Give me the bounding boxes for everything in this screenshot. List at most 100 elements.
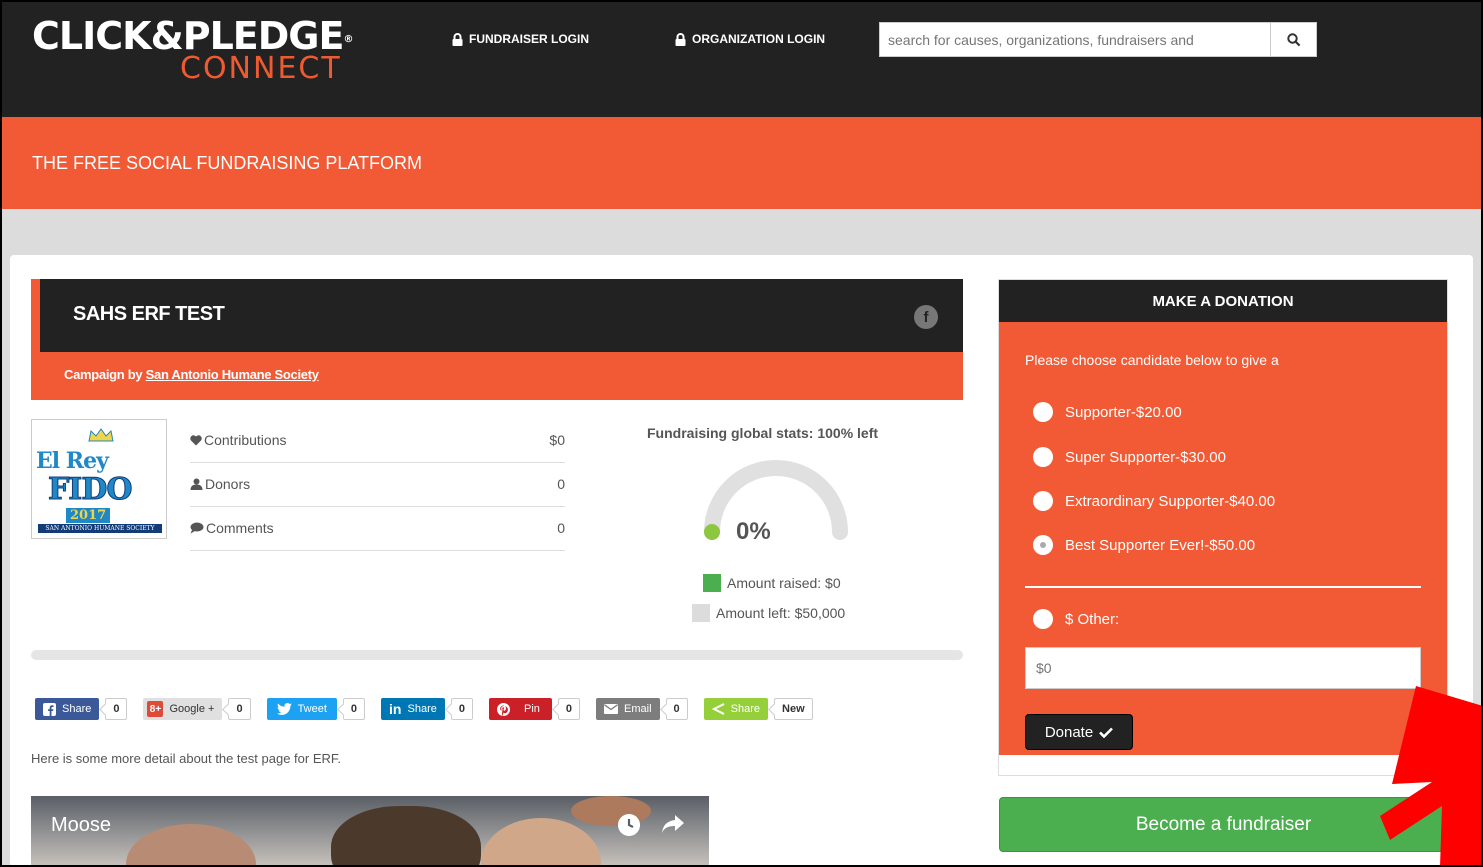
- stat-label: Donors: [205, 476, 251, 492]
- video-thumbnail-person: [481, 818, 601, 867]
- legend-amount-left: Amount left: $50,000: [692, 604, 845, 622]
- stat-value: $0: [549, 432, 565, 448]
- stat-comments: Comments 0: [190, 507, 565, 551]
- share-count: 0: [105, 698, 128, 720]
- divider: [1025, 586, 1421, 588]
- radio-button[interactable]: [1033, 491, 1053, 511]
- video-player[interactable]: Moose: [31, 796, 709, 867]
- legend-amount-raised: Amount raised: $0: [703, 574, 841, 592]
- share-label: Email: [624, 703, 652, 715]
- logo-line-4: SAN ANTONIO HUMANE SOCIETY: [38, 524, 162, 533]
- top-header: CLICK&PLEDGE® CONNECT FUNDRAISER LOGIN O…: [0, 0, 1483, 117]
- fundraiser-login-label: FUNDRAISER LOGIN: [469, 32, 589, 46]
- share-count: 0: [228, 698, 251, 720]
- search-box: [879, 22, 1317, 57]
- share-count: 0: [557, 698, 581, 720]
- donation-option-supporter[interactable]: Supporter-$20.00: [1033, 402, 1182, 422]
- comment-icon: [190, 522, 204, 534]
- facebook-icon[interactable]: f: [914, 305, 938, 329]
- google-plus-share-button[interactable]: 8+ Google +: [143, 698, 223, 720]
- donate-label: Donate: [1044, 723, 1094, 741]
- crown-icon: [88, 428, 114, 442]
- tagline-text: THE FREE SOCIAL FUNDRAISING PLATFORM: [32, 153, 423, 173]
- search-input[interactable]: [880, 23, 1270, 56]
- share-arrow-icon[interactable]: [661, 814, 685, 834]
- checkmark-icon: [1099, 727, 1114, 738]
- option-label: Supporter-$20.00: [1065, 403, 1182, 421]
- campaign-header: SAHS ERF TEST f: [31, 279, 963, 352]
- stat-value: 0: [557, 520, 565, 536]
- donation-option-best-supporter[interactable]: Best Supporter Ever!-$50.00: [1033, 535, 1255, 555]
- fundraising-gauge: [704, 460, 848, 540]
- share-label: Share: [407, 703, 437, 715]
- lock-icon: [675, 32, 686, 46]
- amount-raised-text: Amount raised: $0: [727, 575, 841, 591]
- stat-contributions: Contributions $0: [190, 419, 565, 463]
- logo-line-3: 2017: [66, 508, 111, 523]
- email-icon: [604, 704, 619, 714]
- logo-subtext: CONNECT: [180, 51, 342, 86]
- legend-swatch-left: [692, 604, 710, 622]
- amount-left-text: Amount left: $50,000: [716, 605, 846, 621]
- organization-logo: El Rey FIDO 2017 SAN ANTONIO HUMANE SOCI…: [31, 419, 167, 539]
- share-count: 0: [665, 698, 688, 720]
- annotation-arrow: [1380, 686, 1483, 867]
- campaign-detail: Here is some more detail about the test …: [31, 751, 341, 766]
- logo-line-2: FIDO: [47, 472, 132, 508]
- gauge-track: [704, 460, 848, 540]
- donation-intro: Please choose candidate below to give a: [1025, 352, 1279, 368]
- donation-option-extraordinary-supporter[interactable]: Extraordinary Supporter-$40.00: [1033, 491, 1275, 511]
- donation-option-other[interactable]: $ Other:: [1033, 609, 1119, 629]
- organization-link[interactable]: San Antonio Humane Society: [146, 367, 319, 382]
- facebook-share-button[interactable]: Share: [35, 698, 100, 720]
- lock-icon: [452, 32, 463, 46]
- spacer-bar: [0, 209, 1483, 255]
- generic-share-button[interactable]: Share: [703, 698, 769, 720]
- share-count: 0: [342, 698, 366, 720]
- legend-swatch-raised: [703, 574, 721, 592]
- organization-login-link[interactable]: ORGANIZATION LOGIN: [675, 32, 825, 46]
- linkedin-share-button[interactable]: in Share: [381, 698, 445, 720]
- pinterest-icon: [496, 702, 510, 716]
- other-amount-input[interactable]: [1025, 647, 1421, 689]
- search-button[interactable]: [1270, 23, 1316, 56]
- twitter-icon: [276, 703, 292, 715]
- option-label: $ Other:: [1065, 610, 1120, 628]
- share-label: Pin: [523, 703, 540, 715]
- share-label: Share: [730, 703, 761, 715]
- share-label: Google +: [169, 703, 215, 715]
- share-label: Share: [62, 703, 92, 715]
- donation-option-super-supporter[interactable]: Super Supporter-$30.00: [1033, 447, 1226, 467]
- watch-later-icon[interactable]: [618, 814, 640, 836]
- share-label: Tweet: [297, 703, 327, 715]
- gauge-indicator: [704, 524, 720, 540]
- share-buttons: Share 0 8+ Google + 0 Tweet 0 in Share 0…: [35, 697, 829, 721]
- campaign-by-label: Campaign by: [64, 367, 146, 382]
- radio-button[interactable]: [1033, 447, 1053, 467]
- share-count-new: New: [774, 698, 813, 720]
- radio-button-selected[interactable]: [1033, 535, 1053, 555]
- stat-value: 0: [557, 476, 565, 492]
- radio-button[interactable]: [1033, 402, 1053, 422]
- gauge-title: Fundraising global stats: 100% left: [647, 425, 879, 441]
- donate-button[interactable]: Donate: [1025, 714, 1133, 750]
- video-thumbnail-dog: [331, 806, 481, 867]
- stat-label: Contributions: [204, 432, 287, 448]
- option-label: Extraordinary Supporter-$40.00: [1065, 492, 1276, 510]
- fundraiser-login-link[interactable]: FUNDRAISER LOGIN: [452, 32, 589, 46]
- share-count: 0: [450, 698, 473, 720]
- share-icon: [711, 703, 725, 715]
- twitter-tweet-button[interactable]: Tweet: [266, 698, 337, 720]
- search-icon: [1286, 32, 1300, 46]
- video-thumbnail-person: [126, 824, 256, 867]
- option-label: Super Supporter-$30.00: [1065, 448, 1226, 466]
- user-icon: [190, 478, 203, 490]
- logo-line-1: El Rey: [36, 448, 109, 474]
- stat-label: Comments: [206, 520, 274, 536]
- pinterest-pin-button[interactable]: Pin: [488, 698, 552, 720]
- gauge-percent: 0%: [736, 518, 771, 545]
- email-share-button[interactable]: Email: [596, 698, 660, 720]
- clickandpledge-logo[interactable]: CLICK&PLEDGE® CONNECT: [32, 16, 372, 96]
- radio-button[interactable]: [1033, 609, 1053, 629]
- campaign-title: SAHS ERF TEST: [73, 303, 225, 325]
